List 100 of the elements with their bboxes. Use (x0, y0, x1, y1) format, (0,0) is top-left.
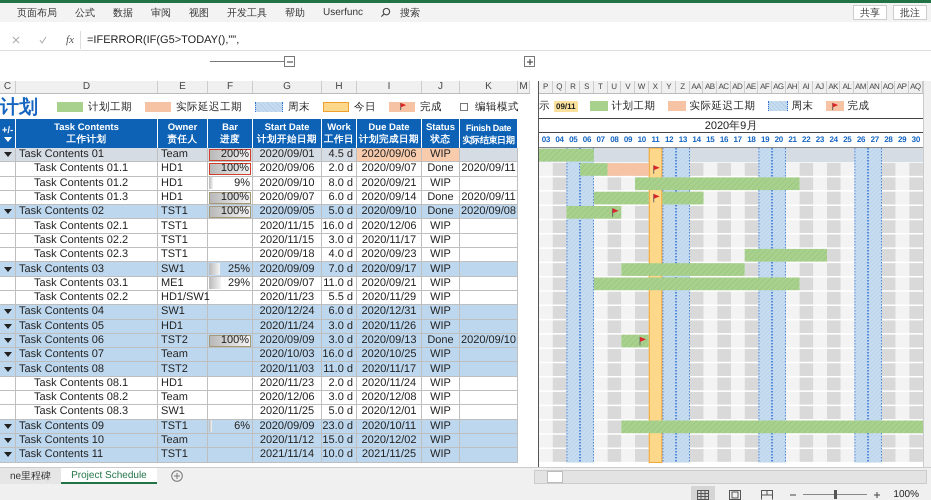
ribbon-tab[interactable]: 页面布局 (8, 6, 66, 20)
task-row[interactable]: Task Contents 11 TST1 2021/11/14 10.0 d 2021/11/25 WIP (0, 448, 518, 463)
task-row[interactable]: Task Contents 01.3 HD1 100% 2020/09/07 6.0 d 2020/09/14 Done 2020/09/11 (0, 190, 518, 206)
column-header[interactable]: AC (717, 81, 731, 93)
insert-function-button[interactable]: fx (60, 31, 80, 49)
day-heading: 08 (609, 134, 620, 146)
column-header[interactable]: C (0, 81, 16, 93)
column-header[interactable]: AB (703, 81, 718, 93)
task-row[interactable]: Task Contents 06 TST2 100% 2020/09/09 3.0 d 2020/09/13 Done 2020/09/10 (0, 334, 518, 348)
display-label: 示 (539, 99, 550, 113)
column-header[interactable]: U (608, 81, 622, 93)
column-header[interactable]: Q (552, 81, 566, 93)
task-row[interactable]: Task Contents 10 Team 2020/11/12 15.0 d 2020/12/02 WIP (0, 434, 518, 448)
column-header[interactable]: Z (676, 81, 690, 93)
progress-value: 25% (228, 262, 251, 276)
column-header[interactable]: Y (662, 81, 676, 93)
legend-label: 实际延迟工期 (690, 99, 756, 113)
task-row[interactable]: Task Contents 08.3 SW1 2020/11/25 5.0 d 2020/12/01 WIP (0, 405, 518, 420)
task-row[interactable]: Task Contents 07 Team 2020/10/03 16.0 d 2020/10/25 WIP (0, 348, 518, 362)
status-cell: WIP (422, 448, 460, 463)
date-badge: 09/11 (554, 100, 578, 112)
sheet-title: 计划 (0, 96, 38, 120)
day-heading: 12 (664, 134, 674, 146)
ribbon-tab[interactable]: 审阅 (142, 6, 180, 20)
task-row[interactable]: Task Contents 03 SW1 25% 2020/09/09 7.0 d 2020/09/17 WIP (0, 262, 518, 277)
task-row[interactable]: Task Contents 08.1 HD1 2020/11/23 2.0 d 2020/11/24 WIP (0, 376, 518, 392)
column-header[interactable]: E (158, 81, 208, 93)
legend-label: 完成 (420, 100, 442, 114)
column-header[interactable]: AL (840, 81, 854, 93)
task-row[interactable]: Task Contents 03.1 ME1 29% 2020/09/07 11.0 d 2020/09/21 WIP (0, 276, 518, 291)
task-row[interactable]: Task Contents 02.2 HD1/SW1 2020/11/23 5.5 d 2020/11/29 WIP (0, 290, 518, 306)
day-heading: 04 (554, 134, 565, 146)
column-header[interactable]: F (208, 81, 253, 93)
sheet-tab[interactable]: Project Schedule (61, 468, 157, 484)
progress-value: 100% (220, 191, 250, 204)
task-row[interactable]: Task Contents 02.3 TST1 2020/09/18 4.0 d 2020/09/23 WIP (0, 248, 518, 262)
sheet-tab[interactable]: ne里程碑 (0, 468, 62, 484)
column-header[interactable]: AP (895, 81, 909, 93)
column-header[interactable]: W (634, 81, 649, 93)
column-header[interactable]: G (253, 81, 322, 93)
column-header[interactable]: K (460, 81, 518, 93)
progress-value: 100% (220, 205, 250, 218)
progress-value: 200% (220, 148, 250, 162)
column-header[interactable]: AD (730, 81, 745, 93)
day-heading: 15 (705, 134, 716, 146)
legend-label: 完成 (848, 99, 870, 113)
column-header[interactable]: T (594, 81, 608, 93)
column-header[interactable]: AN (868, 81, 882, 93)
ribbon-tab[interactable]: 数据 (104, 6, 142, 20)
task-row[interactable]: Task Contents 08 TST2 2020/11/03 11.0 d 2020/11/17 WIP (0, 362, 518, 377)
ribbon-tab[interactable]: 公式 (66, 6, 104, 20)
task-row[interactable]: Task Contents 02.2 TST1 2020/11/15 3.0 d 2020/11/17 WIP (0, 234, 518, 248)
task-row[interactable]: Task Contents 02.1 TST1 2020/11/15 16.0 d 2020/12/06 WIP (0, 219, 518, 234)
ribbon-tab[interactable]: 开发工具 (218, 6, 276, 20)
column-header[interactable]: AJ (813, 81, 827, 93)
day-heading: 07 (596, 134, 606, 146)
task-name-cell: Task Contents 11 (16, 448, 158, 463)
column-header[interactable]: I (357, 81, 422, 93)
day-heading: 21 (787, 134, 798, 146)
legend-label: 周末 (288, 100, 310, 114)
column-header[interactable]: AO (882, 81, 896, 93)
legend-label: 计划工期 (612, 99, 656, 113)
column-header[interactable]: X (648, 81, 662, 93)
column-header[interactable]: AM (854, 81, 868, 93)
column-header[interactable]: P (539, 81, 553, 93)
column-header[interactable]: J (422, 81, 460, 93)
column-header[interactable]: M (518, 81, 530, 93)
ribbon-tab[interactable]: 视图 (180, 6, 218, 20)
ribbon-button[interactable]: 批注 (893, 5, 927, 20)
task-row[interactable]: Task Contents 01.1 HD1 100% 2020/09/06 2.0 d 2020/09/07 Done 2020/09/11 (0, 162, 518, 177)
column-header[interactable]: R (566, 81, 580, 93)
task-row[interactable]: Task Contents 08.2 Team 2020/12/06 3.0 d 2020/12/08 WIP (0, 391, 518, 406)
task-row[interactable]: Task Contents 09 TST1 6% 2020/09/09 23.0 d 2020/10/11 WIP (0, 420, 518, 434)
task-row[interactable]: Task Contents 01 Team 200% 2020/09/01 4.5 d 2020/09/06 WIP (0, 148, 518, 162)
day-heading: 10 (636, 134, 647, 146)
column-header[interactable]: AF (758, 81, 772, 93)
day-heading: 30 (910, 134, 921, 146)
task-row[interactable]: Task Contents 02 TST1 100% 2020/09/05 5.0 d 2020/09/10 Done 2020/09/08 (0, 205, 518, 220)
column-header[interactable]: V (621, 81, 635, 93)
ribbon-tab[interactable]: 帮助 (276, 6, 314, 20)
task-row[interactable]: Task Contents 05 HD1 2020/11/24 3.0 d 2020/11/26 WIP (0, 320, 518, 334)
ribbon-button[interactable]: 共享 (853, 5, 887, 20)
column-header[interactable]: S (580, 81, 594, 93)
task-row[interactable]: Task Contents 04 SW1 2020/12/24 6.0 d 2020/12/31 WIP (0, 305, 518, 320)
column-header[interactable]: AA (690, 81, 704, 93)
column-header[interactable]: AH (786, 81, 800, 93)
column-header[interactable]: AI (799, 81, 814, 93)
search-box[interactable]: 搜索 (391, 6, 430, 20)
formula-field[interactable]: =IFERROR(IF(G5>TODAY(),"", (80, 31, 931, 49)
column-header[interactable]: D (16, 81, 158, 93)
task-row[interactable]: Task Contents 01.2 HD1 9% 2020/09/10 8.0 d 2020/09/21 WIP (0, 176, 518, 191)
ribbon-tab[interactable]: Userfunc (314, 7, 372, 18)
day-heading: 16 (718, 134, 730, 146)
due-date-cell: 2020/09/06 (357, 148, 422, 162)
progress-value: 100% (220, 162, 250, 176)
column-header[interactable]: H (322, 81, 357, 93)
column-header[interactable]: AG (772, 81, 786, 93)
column-header[interactable]: AK (826, 81, 840, 93)
day-heading: 28 (883, 134, 894, 146)
column-header[interactable]: AE (744, 81, 758, 93)
